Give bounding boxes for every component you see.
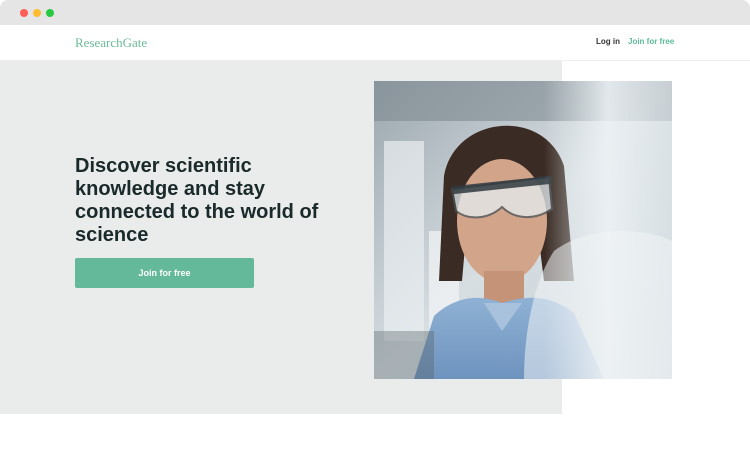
brand-logo[interactable]: ResearchGate (75, 35, 147, 51)
maximize-window-icon[interactable] (46, 9, 54, 17)
hero-headline: Discover scientific knowledge and stay c… (75, 155, 319, 246)
browser-window: ResearchGate Log in Join for free Discov… (0, 0, 750, 450)
hero-scientist-photo (374, 81, 672, 379)
title-bar (0, 0, 750, 25)
top-navigation: ResearchGate Log in Join for free (0, 25, 750, 61)
login-link[interactable]: Log in (596, 37, 620, 46)
join-for-free-button[interactable]: Join for free (75, 258, 254, 288)
minimize-window-icon[interactable] (33, 9, 41, 17)
join-link[interactable]: Join for free (628, 37, 674, 46)
close-window-icon[interactable] (20, 9, 28, 17)
